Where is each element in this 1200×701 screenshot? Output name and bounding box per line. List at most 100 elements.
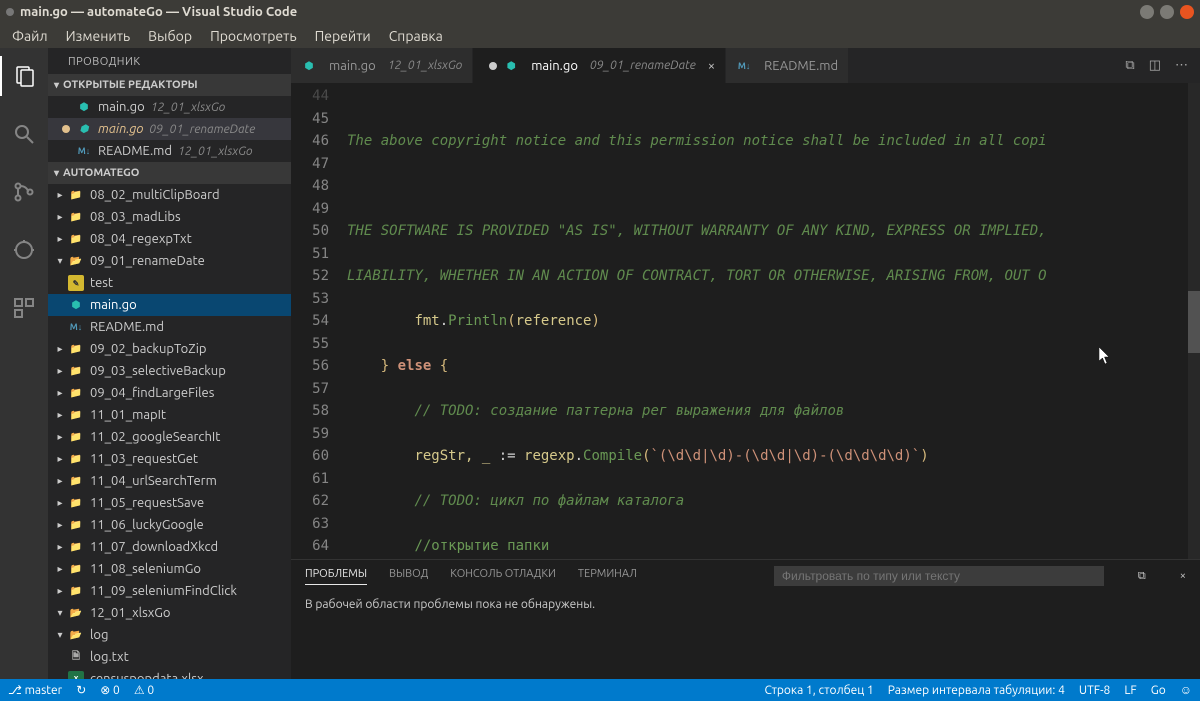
open-editor-item[interactable]: M↓README.md12_01_xlsxGo (48, 140, 291, 162)
tree-item[interactable]: ⬢main.go (48, 294, 291, 316)
project-header[interactable]: AUTOMATEGO (48, 162, 291, 184)
git-branch[interactable]: ⎇ master (8, 683, 62, 697)
more-icon[interactable]: ⋯ (1175, 58, 1188, 73)
go-icon: ⬢ (76, 121, 92, 137)
folder-icon: 📁 (68, 407, 84, 423)
git-sync[interactable]: ↻ (76, 683, 86, 697)
status-eol[interactable]: LF (1124, 684, 1136, 697)
folder-icon: 📁 (68, 341, 84, 357)
status-encoding[interactable]: UTF-8 (1079, 684, 1110, 697)
debug-icon[interactable] (0, 230, 48, 270)
menubar: Файл Изменить Выбор Просмотреть Перейти … (0, 24, 1200, 48)
tree-item[interactable]: 📁08_02_multiClipBoard (48, 184, 291, 206)
tree-item[interactable]: 📁09_03_selectiveBackup (48, 360, 291, 382)
extensions-icon[interactable] (0, 288, 48, 328)
md-icon: M↓ (68, 319, 84, 335)
markdown-icon: M↓ (76, 143, 92, 159)
tree-item[interactable]: 📁11_01_mapIt (48, 404, 291, 426)
folder-icon: 📁 (68, 517, 84, 533)
panel-body: В рабочей области проблемы пока не обнар… (291, 592, 1200, 617)
panel-tab-problems[interactable]: ПРОБЛЕМЫ (305, 568, 367, 585)
minimize-button[interactable] (1140, 5, 1154, 19)
go-icon: ⬢ (503, 58, 519, 74)
tree-item[interactable]: M↓README.md (48, 316, 291, 338)
maximize-button[interactable] (1160, 5, 1174, 19)
tab-readme[interactable]: M↓README.md (726, 48, 849, 83)
menu-file[interactable]: Файл (4, 26, 56, 46)
tree-item[interactable]: ✎test (48, 272, 291, 294)
source-control-icon[interactable] (0, 172, 48, 212)
tree-item[interactable]: 📁11_03_requestGet (48, 448, 291, 470)
menu-selection[interactable]: Выбор (140, 26, 200, 46)
compare-icon[interactable]: ⧉ (1125, 58, 1134, 73)
close-button[interactable] (1180, 5, 1194, 19)
open-editors-header[interactable]: ОТКРЫТЫЕ РЕДАКТОРЫ (48, 74, 291, 96)
explorer-icon[interactable] (0, 56, 48, 96)
tree-item[interactable]: 🗎log.txt (48, 646, 291, 668)
split-icon[interactable]: ◫ (1149, 58, 1161, 73)
tree-item[interactable]: Xcensuspopdata.xlsx (48, 668, 291, 679)
status-feedback-icon[interactable]: ☺ (1180, 683, 1192, 697)
tree-item[interactable]: 📂09_01_renameDate (48, 250, 291, 272)
go-icon: ⬢ (301, 58, 317, 74)
tree-item[interactable]: 📁11_02_googleSearchIt (48, 426, 291, 448)
folder-open-icon: 📂 (68, 605, 84, 621)
code-content[interactable]: The above copyright notice and this perm… (347, 83, 1200, 559)
panel-filter-input[interactable] (774, 566, 1104, 586)
tree-item[interactable]: 📁11_04_urlSearchTerm (48, 470, 291, 492)
folder-icon: 📁 (68, 231, 84, 247)
bottom-panel: ПРОБЛЕМЫ ВЫВОД КОНСОЛЬ ОТЛАДКИ ТЕРМИНАЛ … (291, 559, 1200, 679)
menu-go[interactable]: Перейти (307, 26, 379, 46)
titlebar: main.go — automateGo — Visual Studio Cod… (0, 0, 1200, 24)
panel-tab-debug-console[interactable]: КОНСОЛЬ ОТЛАДКИ (450, 568, 556, 584)
status-errors[interactable]: ⊗ 0 (100, 683, 120, 697)
status-warnings[interactable]: ⚠ 0 (134, 683, 154, 697)
dirty-indicator (489, 62, 497, 70)
file-tree: 📁08_02_multiClipBoard📁08_03_madLibs📁08_0… (48, 184, 291, 679)
tree-item[interactable]: 📁08_04_regexpTxt (48, 228, 291, 250)
close-icon[interactable]: × (708, 59, 715, 73)
tree-item[interactable]: 📁11_09_seleniumFindClick (48, 580, 291, 602)
folder-icon: 📁 (68, 583, 84, 599)
menu-view[interactable]: Просмотреть (202, 26, 305, 46)
folder-icon: 📁 (68, 561, 84, 577)
folder-icon: 📁 (68, 495, 84, 511)
tab-main-go-xlsx[interactable]: ⬢main.go12_01_xlsxGo (291, 48, 473, 83)
activity-bar (0, 48, 48, 679)
tree-item[interactable]: 📂12_01_xlsxGo (48, 602, 291, 624)
menu-edit[interactable]: Изменить (58, 26, 139, 46)
search-icon[interactable] (0, 114, 48, 154)
tree-item[interactable]: 📁11_07_downloadXkcd (48, 536, 291, 558)
status-cursor-pos[interactable]: Строка 1, столбец 1 (764, 684, 873, 697)
tree-item[interactable]: 📁08_03_madLibs (48, 206, 291, 228)
tree-item[interactable]: 📁11_08_seleniumGo (48, 558, 291, 580)
menu-help[interactable]: Справка (381, 26, 451, 46)
go-icon: ⬢ (68, 297, 84, 313)
scrollbar-thumb[interactable] (1188, 291, 1200, 353)
open-editor-item[interactable]: ⬢main.go09_01_renameDate (48, 118, 291, 140)
tree-item[interactable]: 📁09_04_findLargeFiles (48, 382, 291, 404)
folder-icon: 📁 (68, 209, 84, 225)
window-title: main.go — automateGo — Visual Studio Cod… (20, 5, 1134, 19)
status-language[interactable]: Go (1151, 684, 1166, 697)
panel-close-icon[interactable]: × (1180, 570, 1186, 582)
txt-icon: 🗎 (68, 649, 84, 665)
panel-tab-terminal[interactable]: ТЕРМИНАЛ (578, 568, 637, 584)
tab-main-go-rename[interactable]: ⬢main.go09_01_renameDate× (473, 48, 726, 83)
status-indent[interactable]: Размер интервала табуляции: 4 (888, 684, 1065, 697)
folder-icon: 📁 (68, 363, 84, 379)
folder-open-icon: 📂 (68, 253, 84, 269)
tab-actions: ⧉ ◫ ⋯ (1125, 48, 1200, 83)
panel-collapse-icon[interactable]: ⧉ (1138, 570, 1146, 583)
status-bar: ⎇ master ↻ ⊗ 0 ⚠ 0 Строка 1, столбец 1 Р… (0, 679, 1200, 701)
open-editor-item[interactable]: ⬢main.go12_01_xlsxGo (48, 96, 291, 118)
editor-tabs: ⬢main.go12_01_xlsxGo ⬢main.go09_01_renam… (291, 48, 1200, 83)
tree-item[interactable]: 📂log (48, 624, 291, 646)
panel-tab-output[interactable]: ВЫВОД (389, 568, 428, 584)
code-editor[interactable]: 4445464748495051525354555657585960616263… (291, 83, 1200, 559)
tree-item[interactable]: 📁11_06_luckyGoogle (48, 514, 291, 536)
folder-icon: 📁 (68, 187, 84, 203)
tree-item[interactable]: 📁11_05_requestSave (48, 492, 291, 514)
folder-icon: 📁 (68, 539, 84, 555)
tree-item[interactable]: 📁09_02_backupToZip (48, 338, 291, 360)
